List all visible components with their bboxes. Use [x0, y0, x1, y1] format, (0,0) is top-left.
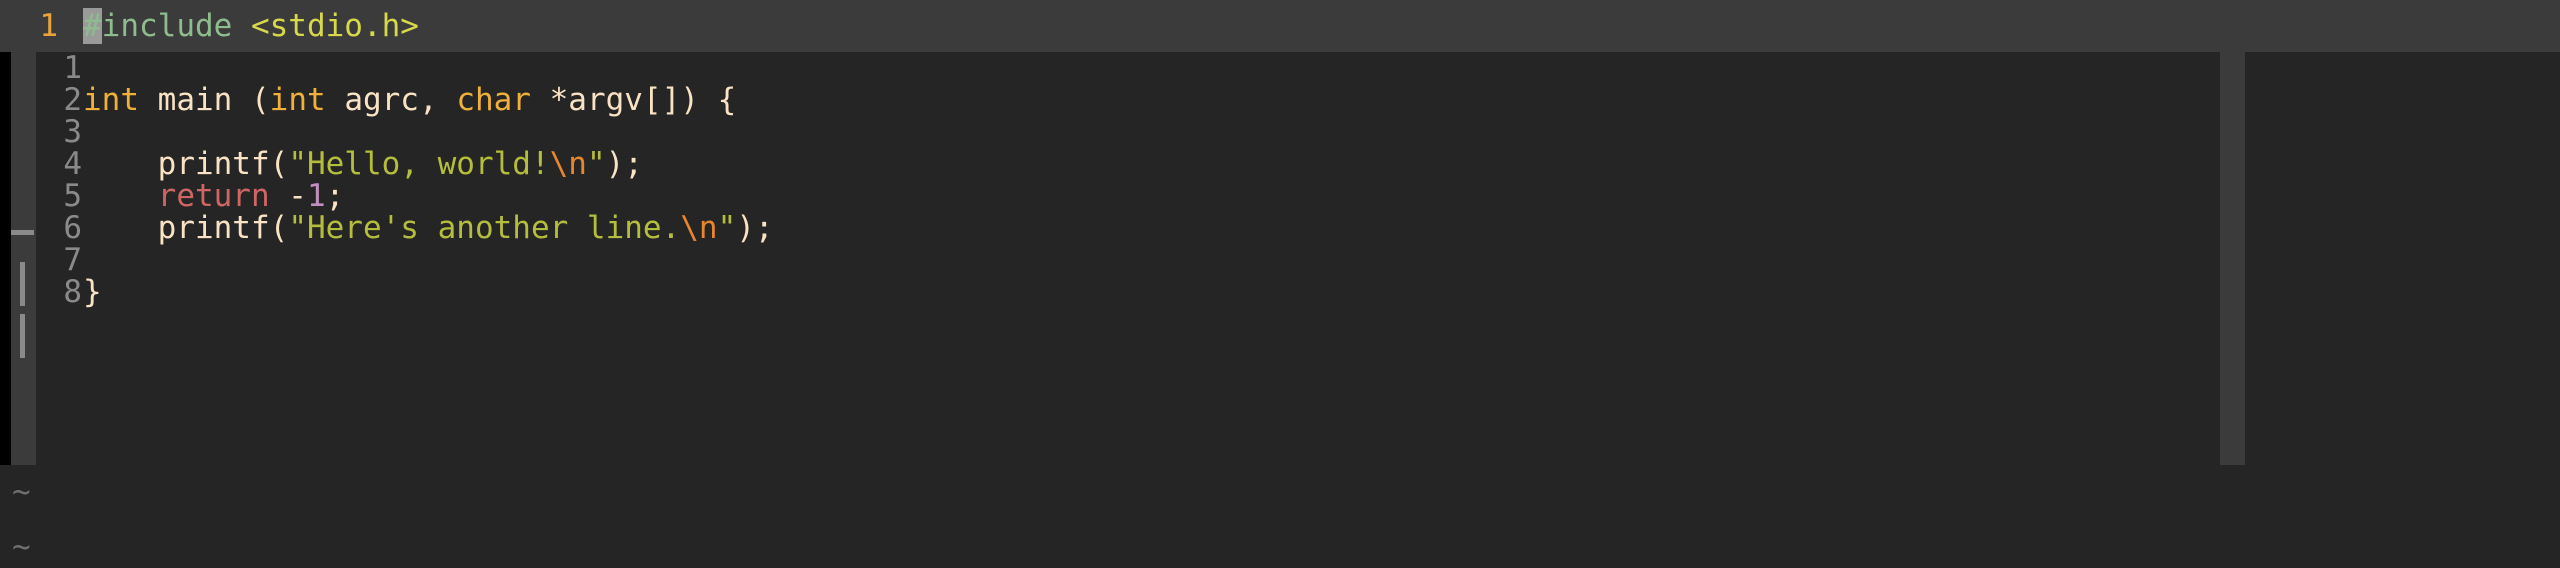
left-black-margin [0, 52, 11, 465]
code-line[interactable]: 1 [36, 52, 2220, 84]
cursor-block: # [83, 8, 102, 44]
code-token: printf( [83, 146, 289, 182]
bottom-pane [0, 465, 2560, 568]
editor-window: 1 #include <stdio.h> 1 2 int main (int agr… [0, 0, 2560, 568]
line-text: printf("Here's another line.\n"); [83, 212, 774, 244]
code-editor-panel[interactable]: 1 2 int main (int agrc, char *argv[]) {3 4 … [36, 52, 2220, 465]
code-line[interactable]: 7 [36, 244, 2220, 276]
code-token: printf( [83, 210, 289, 246]
line-number: 5 [63, 178, 82, 214]
code-token: " [717, 210, 737, 246]
code-token: "Here's another line. [288, 210, 681, 246]
code-token: \n [680, 210, 718, 246]
code-token: - [269, 178, 307, 214]
line-text: return -1; [83, 178, 345, 214]
code-line[interactable]: 2 int main (int agrc, char *argv[]) { [36, 84, 2220, 116]
gutter-bar-mark-icon-1 [20, 262, 25, 306]
code-token: *argv[]) { [530, 82, 737, 118]
gutter-dash-mark-icon [11, 230, 34, 235]
top-line-code[interactable]: #include <stdio.h> [83, 0, 419, 52]
code-line[interactable]: 5 return -1; [36, 180, 2220, 212]
code-token: return [157, 178, 270, 214]
code-line[interactable]: 4 printf("Hello, world!\n"); [36, 148, 2220, 180]
code-line[interactable]: 6 printf("Here's another line.\n"); [36, 212, 2220, 244]
code-token: agrc, [325, 82, 457, 118]
code-token: } [83, 274, 102, 310]
code-token: char [456, 82, 531, 118]
code-token: int [83, 82, 139, 118]
code-token: "Hello, world! [288, 146, 550, 182]
empty-line-marker-2: ~ [12, 529, 31, 565]
line-number: 8 [63, 274, 82, 310]
top-line-token: include [101, 8, 251, 44]
code-token: \n [549, 146, 587, 182]
code-token: int [269, 82, 326, 118]
code-token: " [586, 146, 606, 182]
code-line-list: 1 2 int main (int agrc, char *argv[]) {3 4 … [36, 52, 2220, 308]
code-token: ); [605, 146, 643, 182]
top-window-line[interactable]: 1 #include <stdio.h> [0, 0, 2560, 52]
top-line-token: <stdio.h> [250, 8, 419, 44]
code-line[interactable]: 3 [36, 116, 2220, 148]
right-pane [2245, 52, 2560, 465]
line-number: 4 [63, 146, 82, 182]
line-text: printf("Hello, world!\n"); [83, 148, 643, 180]
line-number: 2 [63, 82, 82, 118]
left-gutter-strip [11, 52, 36, 465]
code-token: ; [325, 178, 345, 214]
line-text: } [83, 276, 102, 308]
code-line[interactable]: 8} [36, 276, 2220, 308]
empty-line-marker-1: ~ [12, 474, 31, 510]
line-number: 7 [63, 242, 82, 278]
line-number: 3 [63, 114, 82, 150]
top-line-number: 1 [39, 8, 58, 44]
line-number: 1 [63, 52, 82, 86]
code-token: ); [736, 210, 774, 246]
line-number: 6 [63, 210, 82, 246]
code-token: main ( [139, 82, 270, 118]
line-text: int main (int agrc, char *argv[]) { [83, 84, 736, 116]
vertical-scrollbar[interactable] [2220, 52, 2245, 465]
code-token: 1 [306, 178, 326, 214]
gutter-bar-mark-icon-2 [20, 314, 25, 358]
